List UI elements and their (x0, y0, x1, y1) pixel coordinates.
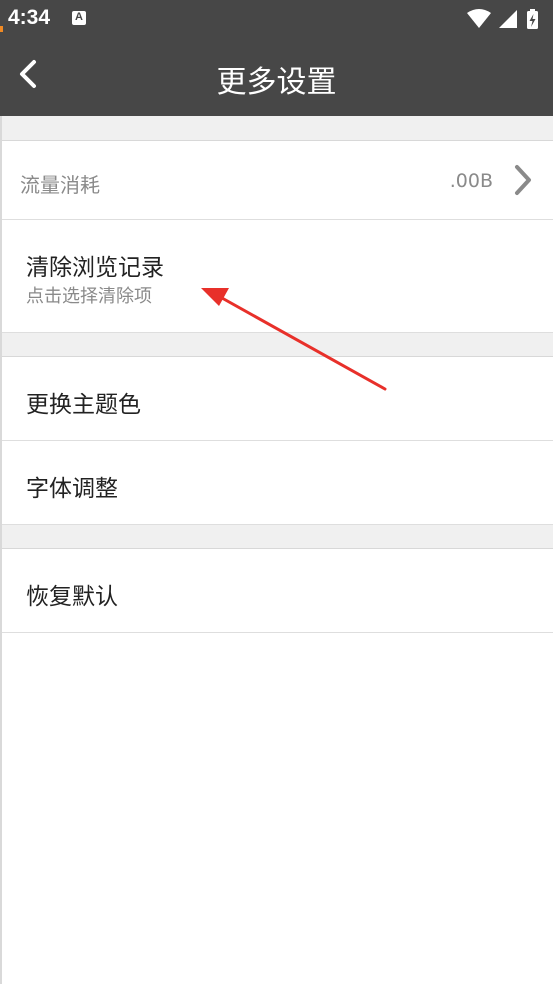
annotation-arrow (201, 288, 387, 391)
